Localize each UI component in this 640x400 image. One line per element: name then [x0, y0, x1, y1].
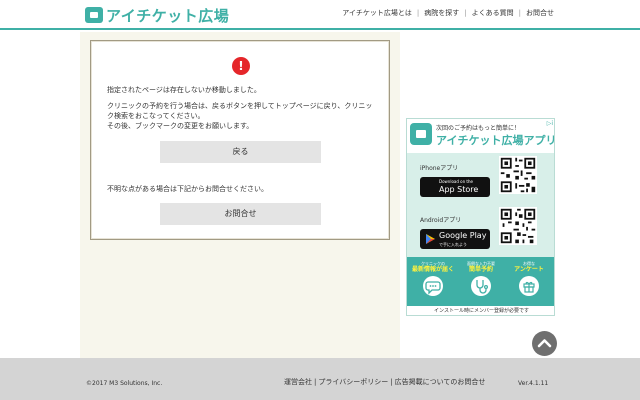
banner-features: クリニックの 最新情報が届く 面倒な入力不要 簡単予約 お得な アンケート イン… — [407, 257, 554, 315]
header-nav: アイチケット広場とは | 病院を探す | よくある質問 | お問合せ — [342, 8, 554, 18]
contact-instructions: 不明な点がある場合は下記からお問合せください。 — [107, 185, 268, 193]
app-store-text: App Store — [439, 185, 479, 194]
page: アイチケット広場 アイチケット広場とは | 病院を探す | よくある質問 | お… — [0, 0, 640, 400]
google-play-button[interactable]: Google Play で手に入れよう — [420, 229, 490, 249]
error-panel: ! 指定されたページは存在しないか移動しました。 クリニックの予約を行う場合は、… — [90, 40, 390, 240]
footer-link-privacy[interactable]: プライバシーポリシー — [318, 378, 388, 386]
copyright: ©2017 M3 Solutions, Inc. — [86, 380, 163, 387]
banner-subtitle: 次回のご予約はもっと簡単に！ — [436, 125, 521, 132]
ios-qr-code — [499, 156, 537, 194]
version-label: Ver.4.1.11 — [518, 380, 549, 387]
feature-survey: お得な アンケート — [506, 261, 552, 296]
site-footer: ©2017 M3 Solutions, Inc. 運営会社 | プライバシーポリシー… — [0, 358, 640, 400]
feature-big-text: 最新情報が届く — [411, 266, 454, 273]
footer-link-ad-inquiry[interactable]: 広告掲載についてのお問合せ — [395, 378, 486, 386]
footer-separator: | — [314, 378, 317, 386]
nav-separator: | — [518, 9, 521, 17]
logo-text: アイチケット広場 — [106, 6, 230, 25]
ios-label: iPhoneアプリ — [420, 165, 459, 172]
site-logo[interactable]: アイチケット広場 — [85, 5, 229, 25]
app-logo-icon — [410, 123, 432, 145]
ticket-logo-icon — [85, 7, 103, 23]
back-button[interactable]: 戻る — [160, 141, 321, 163]
error-instructions: クリニックの予約を行う場合は、戻るボタンを押してトップページに戻り、クリニック検… — [107, 102, 373, 130]
feature-news: クリニックの 最新情報が届く — [410, 261, 456, 296]
google-play-icon — [424, 233, 436, 245]
nav-separator: | — [464, 9, 467, 17]
footer-links: 運営会社 | プライバシーポリシー | 広告掲載についてのお問合せ — [284, 377, 485, 387]
chevron-up-icon — [537, 339, 552, 348]
site-header: アイチケット広場 アイチケット広場とは | 病院を探す | よくある質問 | お… — [0, 0, 640, 30]
app-store-small-text: Download on the — [439, 179, 473, 184]
android-label: Androidアプリ — [420, 217, 462, 224]
footer-separator: | — [390, 378, 393, 386]
nav-faq[interactable]: よくある質問 — [472, 8, 514, 18]
nav-separator: | — [416, 9, 420, 17]
chat-icon — [423, 276, 443, 296]
back-to-top-button[interactable] — [532, 331, 557, 356]
app-banner-ad[interactable]: 次回のご予約はもっと簡単に！ アイチケット広場アプリ ▷ⅰ iPhoneアプリ … — [406, 118, 555, 316]
feature-easy-booking: 面倒な入力不要 簡単予約 — [458, 261, 504, 296]
feature-big-text: アンケート — [514, 266, 544, 273]
stethoscope-icon — [471, 276, 491, 296]
feature-big-text: 簡単予約 — [468, 266, 493, 273]
contact-button[interactable]: お問合せ — [160, 203, 321, 225]
nav-find-hospital[interactable]: 病院を探す — [424, 8, 459, 18]
banner-title: アイチケット広場アプリ — [436, 134, 555, 147]
apple-icon — [424, 181, 436, 193]
gift-icon — [519, 276, 539, 296]
alert-icon: ! — [232, 57, 250, 75]
banner-header: 次回のご予約はもっと簡単に！ アイチケット広場アプリ ▷ⅰ — [407, 119, 555, 153]
google-play-small-text: で手に入れよう — [439, 242, 467, 247]
error-message: 指定されたページは存在しないか移動しました。 — [107, 86, 261, 94]
app-store-button[interactable]: Download on the App Store — [420, 177, 490, 197]
nav-about[interactable]: アイチケット広場とは — [342, 8, 412, 18]
android-qr-code — [499, 207, 537, 245]
google-play-text: Google Play — [439, 231, 487, 240]
footer-link-company[interactable]: 運営会社 — [284, 378, 312, 386]
nav-contact[interactable]: お問合せ — [526, 8, 554, 18]
ad-choices-icon[interactable]: ▷ⅰ — [547, 120, 553, 127]
banner-note: インストール時にメンバー登録が必要です — [407, 306, 554, 315]
